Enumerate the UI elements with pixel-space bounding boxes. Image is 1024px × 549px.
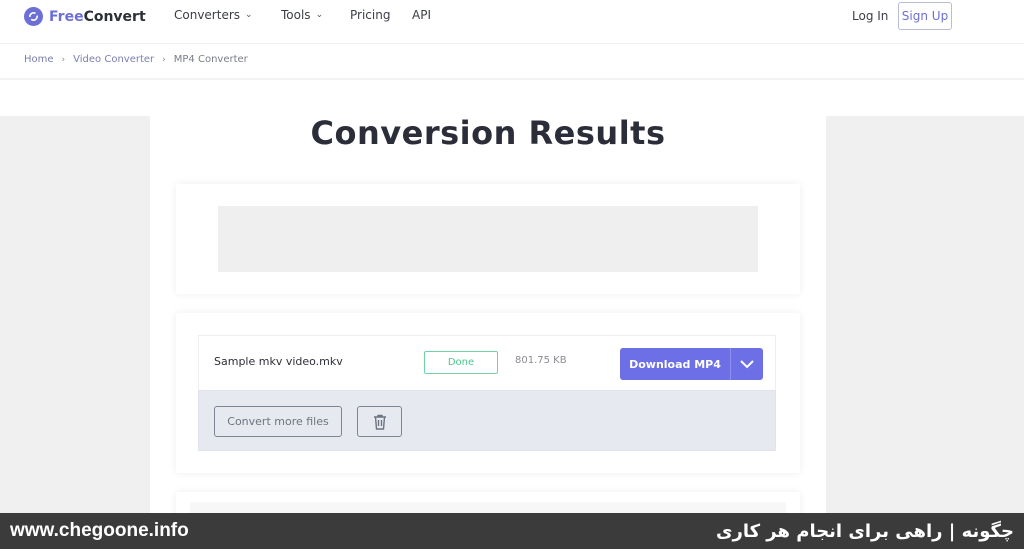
chevron-down-icon: ⌄ <box>245 10 253 20</box>
chevron-right-icon: › <box>162 54 166 65</box>
results-card: Sample mkv video.mkv Done 801.75 KB Down… <box>176 313 800 473</box>
chevron-down-icon: ⌄ <box>315 10 324 20</box>
nav-pricing[interactable]: Pricing <box>350 8 390 22</box>
breadcrumb-mp4-converter[interactable]: MP4 Converter <box>174 54 248 65</box>
convert-more-button[interactable]: Convert more files <box>214 406 342 437</box>
breadcrumb-video-converter[interactable]: Video Converter <box>73 54 154 65</box>
top-navbar: FreeConvert Converters ⌄ Tools ⌄ Pricing A… <box>0 0 1024 44</box>
download-options-toggle[interactable] <box>731 348 763 380</box>
download-button-group: Download MP4 <box>620 348 763 380</box>
download-button[interactable]: Download MP4 <box>620 348 731 380</box>
watermark-tagline: چگونه | راهی برای انجام هر کاری <box>715 520 1014 542</box>
file-size: 801.75 KB <box>515 355 567 366</box>
nav-tools[interactable]: Tools ⌄ <box>281 8 323 22</box>
watermark-url: www.chegoone.info <box>10 520 189 541</box>
file-row: Sample mkv video.mkv Done 801.75 KB Down… <box>198 335 776 390</box>
trash-icon <box>373 414 386 430</box>
nav-api[interactable]: API <box>412 8 431 22</box>
actions-bar: Convert more files <box>198 390 776 451</box>
breadcrumb: Home › Video Converter › MP4 Converter <box>24 54 248 65</box>
chevron-right-icon: › <box>61 54 66 65</box>
page-title: Conversion Results <box>310 114 666 152</box>
refresh-logo-icon <box>24 7 43 26</box>
main-content: Conversion Results Sample mkv video.mkv … <box>150 80 826 532</box>
breadcrumb-home[interactable]: Home <box>24 54 54 65</box>
file-name: Sample mkv video.mkv <box>214 355 343 368</box>
chevron-down-icon <box>740 359 754 368</box>
brand-name: FreeConvert <box>49 8 146 25</box>
brand-logo[interactable]: FreeConvert <box>24 7 146 26</box>
ad-card <box>176 184 800 294</box>
watermark-banner: www.chegoone.info چگونه | راهی برای انجا… <box>0 513 1024 549</box>
signup-button[interactable]: Sign Up <box>898 2 952 30</box>
login-link[interactable]: Log In <box>852 9 888 23</box>
status-badge: Done <box>424 351 498 374</box>
nav-converters[interactable]: Converters ⌄ <box>174 8 253 22</box>
ad-placeholder <box>218 206 758 272</box>
delete-button[interactable] <box>357 406 402 437</box>
